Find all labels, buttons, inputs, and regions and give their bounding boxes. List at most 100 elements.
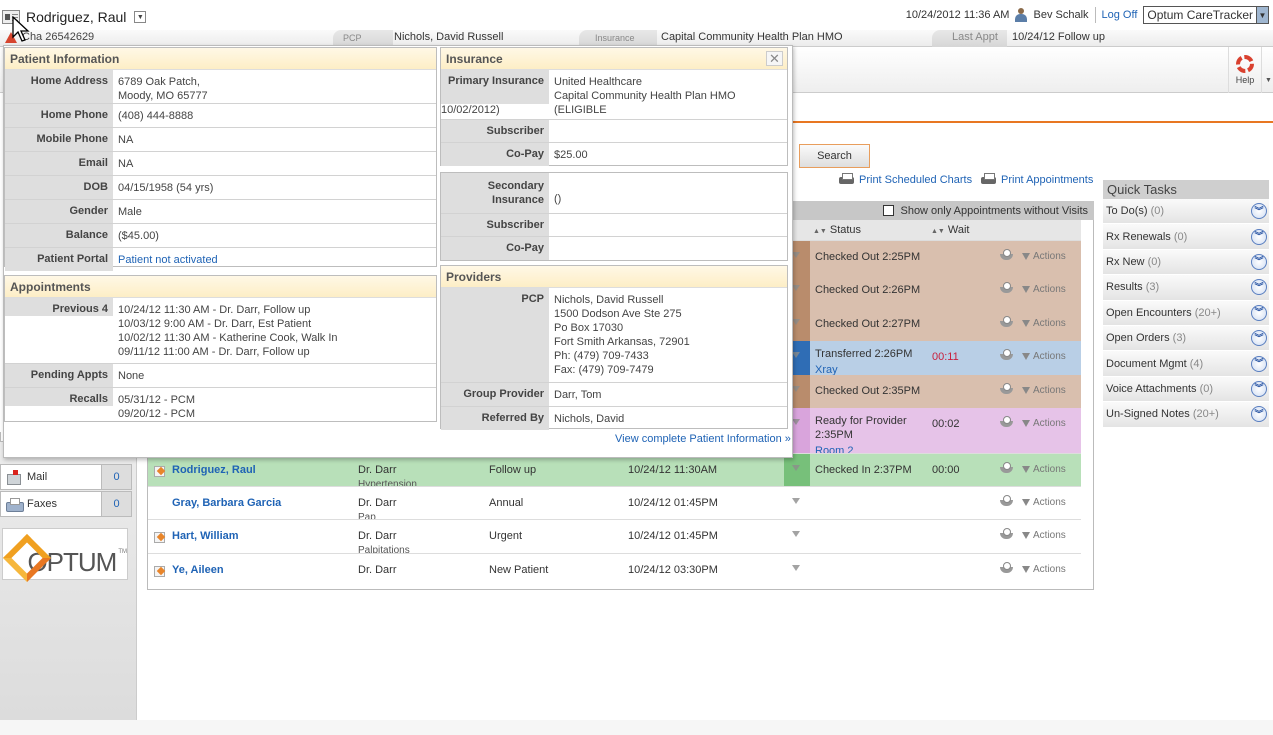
actions-menu[interactable]: Actions xyxy=(1022,385,1066,396)
note-icon[interactable] xyxy=(154,566,165,577)
patient-name[interactable]: Rodriguez, Raul xyxy=(26,9,126,25)
patient-name-link[interactable]: Hart, William xyxy=(172,530,239,542)
app-selector[interactable]: Optum CareTracker ▼ xyxy=(1143,6,1269,24)
print-scheduled-charts-link[interactable]: Print Scheduled Charts xyxy=(839,173,972,186)
patient-name-link[interactable]: Gray, Barbara Garcia xyxy=(172,497,281,509)
status-text: Ready for Provider 2:35PM xyxy=(815,415,907,441)
print-icon[interactable] xyxy=(1000,249,1013,260)
mail-count[interactable]: 0 xyxy=(101,465,131,489)
status-strip[interactable] xyxy=(784,520,810,553)
status-cell: Checked In 2:37PM xyxy=(815,464,912,476)
print-icon[interactable] xyxy=(1000,383,1013,394)
provider-cell: Dr. Darr xyxy=(358,564,397,579)
provider-name: Dr. Darr xyxy=(358,564,397,576)
table-row[interactable]: Gray, Barbara Garcia Dr. Darr Pap Annual 10/… xyxy=(148,486,1081,523)
quick-task-item[interactable]: Rx New (0) ︾ xyxy=(1103,249,1269,276)
help-menu-caret[interactable]: ▼ xyxy=(1265,77,1272,84)
expand-icon[interactable]: ︾ xyxy=(1251,228,1267,245)
status-strip[interactable] xyxy=(784,454,810,486)
close-icon[interactable]: ✕ xyxy=(766,51,783,66)
actions-menu[interactable]: Actions xyxy=(1022,318,1066,329)
note-icon[interactable] xyxy=(154,466,165,477)
table-row[interactable]: Hart, William Dr. Darr Palpitations Urgent 1… xyxy=(148,519,1081,556)
table-row[interactable]: Ye, Aileen Dr. Darr New Patient 10/24/12 03… xyxy=(148,553,1081,586)
subscriber-value xyxy=(549,214,559,236)
print-icon[interactable] xyxy=(1000,316,1013,327)
print-icon[interactable] xyxy=(1000,528,1013,539)
status-strip[interactable] xyxy=(784,554,810,586)
quick-task-count: (0) xyxy=(1199,382,1214,395)
column-header-status[interactable]: ▲▼ Status xyxy=(813,224,861,236)
sidebar-item-faxes[interactable]: Faxes 0 xyxy=(0,491,132,517)
actions-menu[interactable]: Actions xyxy=(1022,530,1066,541)
pcp-line: Fort Smith Arkansas, 72901 xyxy=(554,336,690,348)
gender-label: Gender xyxy=(5,200,113,223)
expand-icon[interactable]: ︾ xyxy=(1251,203,1267,220)
note-icon[interactable] xyxy=(154,532,165,543)
actions-menu[interactable]: Actions xyxy=(1022,284,1066,295)
view-complete-patient-info-link[interactable]: View complete Patient Information » xyxy=(615,433,791,445)
actions-menu[interactable]: Actions xyxy=(1022,464,1066,475)
quick-task-item[interactable]: Open Encounters (20+) ︾ xyxy=(1103,300,1269,326)
print-icon[interactable] xyxy=(1000,416,1013,427)
print-icon[interactable] xyxy=(1000,462,1013,473)
patient-name-link[interactable]: Ye, Aileen xyxy=(172,564,224,576)
expand-icon[interactable]: ︾ xyxy=(1251,304,1267,321)
status-dropdown-icon xyxy=(792,352,800,358)
pcp-line: Po Box 17030 xyxy=(554,322,624,334)
quick-task-item[interactable]: Open Orders (3) ︾ xyxy=(1103,325,1269,352)
quick-task-item[interactable]: Un-Signed Notes (20+) ︾ xyxy=(1103,402,1269,428)
print-icon[interactable] xyxy=(1000,349,1013,360)
print-icon[interactable] xyxy=(1000,562,1013,573)
quick-task-name: Un-Signed Notes xyxy=(1106,408,1190,421)
balance-value: ($45.00) xyxy=(118,230,159,242)
print-appointments-link[interactable]: Print Appointments xyxy=(981,173,1093,186)
actions-menu[interactable]: Actions xyxy=(1022,418,1066,429)
status-strip[interactable] xyxy=(784,487,810,519)
print-icon[interactable] xyxy=(1000,495,1013,506)
print-icon[interactable] xyxy=(1000,282,1013,293)
home-address-row: Home Address 6789 Oak Patch, Moody, MO 6… xyxy=(5,70,436,104)
expand-icon[interactable]: ︾ xyxy=(1251,253,1267,270)
referred-by-label: Referred By xyxy=(441,407,549,430)
last-appt-value[interactable]: 10/24/12 Follow up xyxy=(1012,31,1105,43)
quick-task-item[interactable]: To Do(s) (0) ︾ xyxy=(1103,199,1269,225)
help-button[interactable]: Help xyxy=(1228,47,1262,93)
actions-menu[interactable]: Actions xyxy=(1022,251,1066,262)
quick-task-name: Rx New xyxy=(1106,255,1145,268)
faxes-count[interactable]: 0 xyxy=(101,492,131,516)
pcp-value[interactable]: Nichols, David Russell xyxy=(394,31,503,43)
patient-portal-link[interactable]: Patient not activated xyxy=(118,254,218,266)
status-text: Checked Out 2:25PM xyxy=(815,251,921,263)
mouse-cursor-icon xyxy=(12,16,30,42)
expand-icon[interactable]: ︾ xyxy=(1251,279,1267,296)
dob-row: DOB 04/15/1958 (54 yrs) xyxy=(5,176,436,200)
patient-name-link[interactable]: Rodriguez, Raul xyxy=(172,464,256,476)
actions-menu[interactable]: Actions xyxy=(1022,564,1066,575)
expand-icon[interactable]: ︾ xyxy=(1251,380,1267,397)
quick-task-count: (3) xyxy=(1145,281,1160,294)
insurance-title-label: Insurance xyxy=(446,52,503,66)
dob-label: DOB xyxy=(5,176,113,199)
log-off-link[interactable]: Log Off xyxy=(1102,9,1138,21)
column-header-wait[interactable]: ▲▼ Wait xyxy=(931,224,969,236)
quick-task-item[interactable]: Document Mgmt (4) ︾ xyxy=(1103,351,1269,377)
insurance-value[interactable]: Capital Community Health Plan HMO xyxy=(661,31,843,43)
pending-appts-value: None xyxy=(118,370,145,382)
sidebar-item-mail[interactable]: Mail 0 xyxy=(0,464,132,490)
expand-icon[interactable]: ︾ xyxy=(1251,406,1267,423)
secondary-insurance-panel: Secondary Insurance () Subscriber Co-Pay xyxy=(440,172,788,261)
primary-insurance-value: United Healthcare Capital Community Heal… xyxy=(549,70,787,119)
appointments-without-visits-checkbox[interactable] xyxy=(883,205,895,216)
expand-icon[interactable]: ︾ xyxy=(1251,355,1267,372)
actions-menu[interactable]: Actions xyxy=(1022,351,1066,362)
actions-menu[interactable]: Actions xyxy=(1022,497,1066,508)
patient-menu-dropdown[interactable]: ▼ xyxy=(134,11,147,23)
pcp-row: PCP Nichols, David Russell 1500 Dodson A… xyxy=(441,288,787,383)
quick-task-item[interactable]: Voice Attachments (0) ︾ xyxy=(1103,376,1269,403)
expand-icon[interactable]: ︾ xyxy=(1251,330,1267,347)
quick-task-item[interactable]: Rx Renewals (0) ︾ xyxy=(1103,224,1269,250)
status-header-label: Status xyxy=(829,224,862,236)
quick-task-item[interactable]: Results (3) ︾ xyxy=(1103,275,1269,301)
search-button[interactable]: Search xyxy=(799,144,870,168)
